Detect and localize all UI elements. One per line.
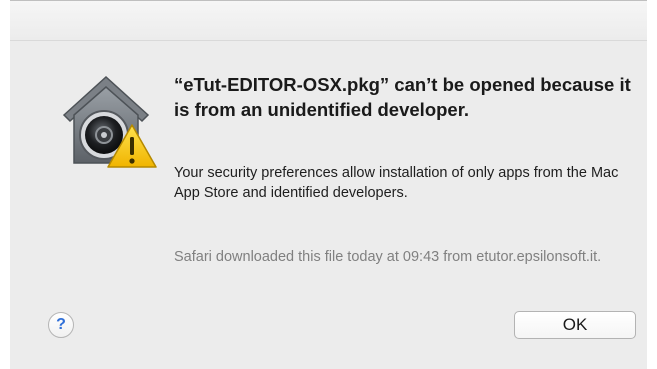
ok-button[interactable]: OK	[514, 311, 636, 339]
ok-button-label: OK	[562, 315, 588, 334]
security-alert-dialog: “eTut-EDITOR-OSX.pkg” can’t be opened be…	[10, 41, 647, 369]
help-button[interactable]: ?	[48, 312, 74, 338]
dialog-message: Your security preferences allow installa…	[174, 165, 619, 201]
dialog-title: “eTut-EDITOR-OSX.pkg” can’t be opened be…	[174, 74, 631, 120]
window-edge	[10, 0, 647, 9]
download-source-text: Safari downloaded this file today at 09:…	[174, 249, 602, 265]
house-lock-icon	[62, 75, 157, 168]
help-icon: ?	[56, 316, 66, 333]
gatekeeper-warning-icon	[50, 63, 162, 175]
